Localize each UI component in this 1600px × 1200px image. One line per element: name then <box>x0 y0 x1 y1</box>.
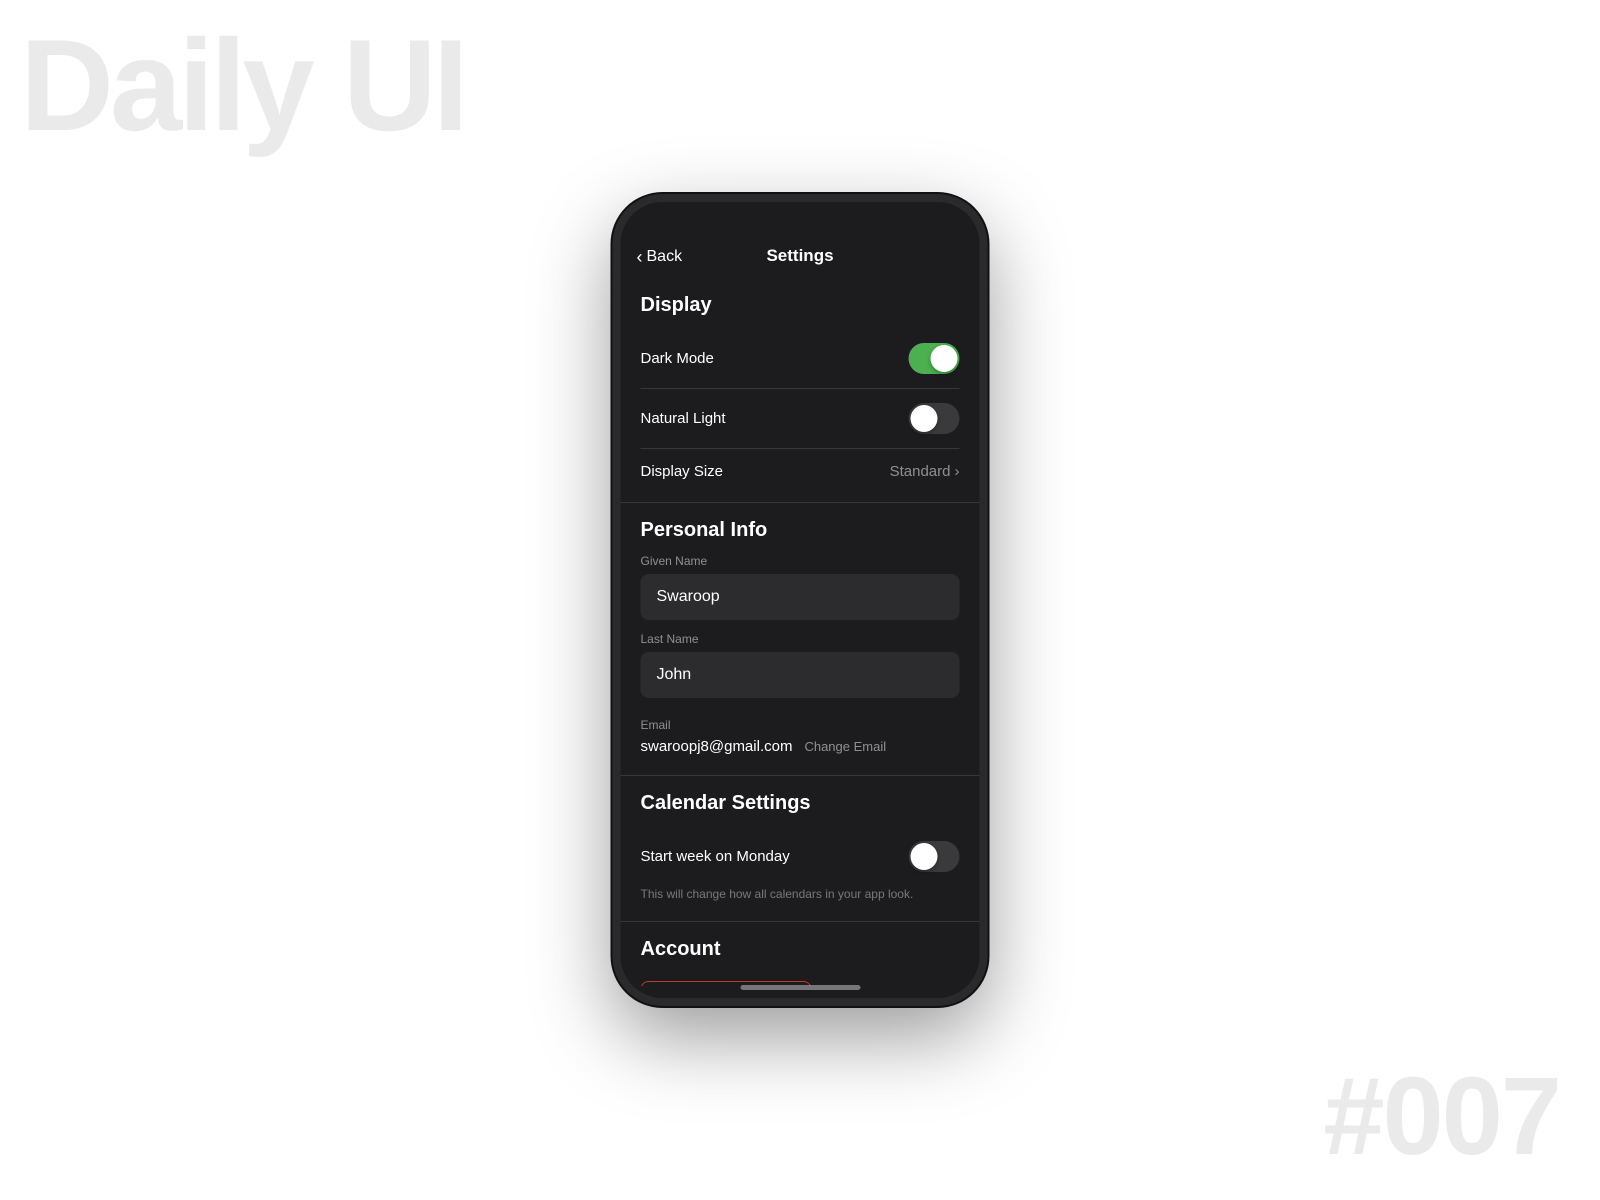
account-section: Account Delete My Account <box>621 922 980 986</box>
last-name-label: Last Name <box>641 632 960 646</box>
start-week-row: Start week on Monday <box>641 827 960 886</box>
natural-light-toggle[interactable] <box>909 403 960 434</box>
chevron-right-icon: › <box>955 463 960 480</box>
phone-frame: ‹ Back Settings Display Dark Mode <box>613 194 988 1006</box>
email-row: Email swaroopj8@gmail.com Change Email <box>641 710 960 767</box>
display-size-text: Standard <box>890 463 951 480</box>
scroll-content[interactable]: Display Dark Mode Natural Light <box>621 278 980 986</box>
calendar-section-title: Calendar Settings <box>641 776 960 827</box>
calendar-section: Calendar Settings Start week on Monday T… <box>621 776 980 913</box>
personal-info-section: Personal Info Given Name Last Name Email <box>621 503 980 767</box>
natural-light-row: Natural Light <box>641 389 960 448</box>
phone-content: ‹ Back Settings Display Dark Mode <box>621 202 980 998</box>
natural-light-label: Natural Light <box>641 410 726 427</box>
change-email-button[interactable]: Change Email <box>804 739 886 754</box>
dark-mode-row: Dark Mode <box>641 329 960 388</box>
last-name-group: Last Name <box>641 632 960 698</box>
start-week-subtext: This will change how all calendars in yo… <box>641 886 960 913</box>
back-label: Back <box>647 248 683 266</box>
account-section-title: Account <box>641 922 960 973</box>
start-week-toggle-thumb <box>911 843 938 870</box>
start-week-toggle[interactable] <box>909 841 960 872</box>
start-week-label: Start week on Monday <box>641 848 790 865</box>
watermark-number: #007 <box>1323 1053 1560 1180</box>
last-name-input[interactable] <box>641 652 960 698</box>
dark-mode-label: Dark Mode <box>641 350 714 367</box>
dark-mode-toggle[interactable] <box>909 343 960 374</box>
email-label: Email <box>641 718 960 732</box>
given-name-label: Given Name <box>641 554 960 568</box>
given-name-input[interactable] <box>641 574 960 620</box>
nav-title: Settings <box>766 246 833 266</box>
given-name-group: Given Name <box>641 554 960 620</box>
personal-info-title: Personal Info <box>641 503 960 554</box>
display-section-title: Display <box>641 278 960 329</box>
display-size-row[interactable]: Display Size Standard › <box>641 449 960 494</box>
phone-wrapper: ‹ Back Settings Display Dark Mode <box>613 194 988 1006</box>
email-value-row: swaroopj8@gmail.com Change Email <box>641 738 960 755</box>
back-chevron-icon: ‹ <box>637 248 643 266</box>
display-section: Display Dark Mode Natural Light <box>621 278 980 494</box>
notch <box>725 202 875 230</box>
display-size-value[interactable]: Standard › <box>890 463 960 480</box>
display-size-label: Display Size <box>641 463 724 480</box>
dark-mode-toggle-thumb <box>931 345 958 372</box>
watermark-title: Daily UI <box>20 10 465 160</box>
home-indicator <box>740 985 860 990</box>
back-button[interactable]: ‹ Back <box>637 248 683 266</box>
email-address: swaroopj8@gmail.com <box>641 738 793 755</box>
natural-light-toggle-thumb <box>911 405 938 432</box>
